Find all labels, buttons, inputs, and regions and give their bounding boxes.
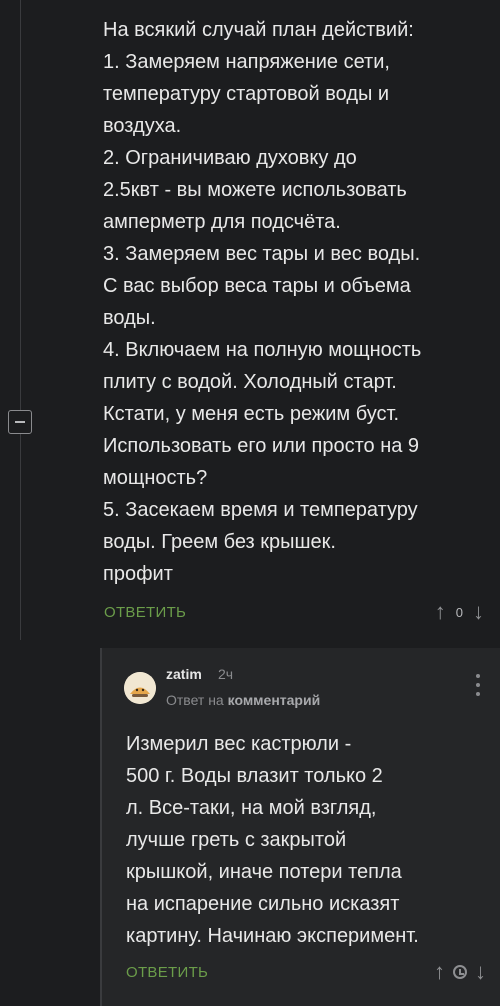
- comment-line: 2.5квт - вы можете использовать: [103, 179, 407, 201]
- reply-body: Измерил вес кастрюли - 500 г. Воды влази…: [126, 728, 486, 952]
- reply-button[interactable]: ОТВЕТИТЬ: [104, 604, 186, 621]
- comment-line: 1. Замеряем напряжение сети,: [103, 51, 390, 73]
- comment-line: воды. Греем без крышек.: [103, 531, 336, 553]
- reply-line: крышкой, иначе потери тепла: [126, 861, 402, 883]
- reply-to-link[interactable]: комментарий: [228, 692, 321, 708]
- comment-line: Использовать его или просто на 9: [103, 435, 420, 457]
- reply-line: Измерил вес кастрюли -: [126, 733, 352, 755]
- comment-line: воздуха.: [103, 115, 182, 137]
- reply-line: 500 г. Воды влазит только 2: [126, 765, 383, 787]
- comment-line: мощность?: [103, 467, 208, 489]
- clock-icon[interactable]: [453, 965, 467, 979]
- timestamp: 2ч: [218, 666, 234, 682]
- comment-line: Кстати, у меня есть режим буст.: [103, 403, 400, 425]
- comment-footer: ОТВЕТИТЬ ↑ 0 ↓: [104, 598, 484, 626]
- comment-line: На всякий случай план действий:: [103, 19, 414, 41]
- thread-line: [20, 0, 21, 640]
- username[interactable]: zatim: [166, 666, 202, 682]
- reply-to-label: Ответ на комментарий: [166, 692, 320, 708]
- reply-to-prefix: Ответ на: [166, 692, 224, 708]
- comment-line: температуру стартовой воды и: [103, 83, 390, 105]
- comment-line: плиту с водой. Холодный старт.: [103, 371, 397, 393]
- arrow-down-icon[interactable]: ↓: [475, 961, 486, 983]
- comment-line: 5. Засекаем время и температуру: [103, 499, 418, 521]
- arrow-up-icon[interactable]: ↑: [434, 961, 445, 983]
- comment-line: 3. Замеряем вес тары и вес воды.: [103, 243, 421, 265]
- reply-button[interactable]: ОТВЕТИТЬ: [126, 964, 208, 981]
- vote-controls: ↑ 0 ↓: [435, 601, 484, 623]
- comment-score: 0: [455, 604, 463, 620]
- arrow-up-icon[interactable]: ↑: [435, 601, 446, 623]
- comment-line: С вас выбор веса тары и объема: [103, 275, 411, 297]
- comment-line: 4. Включаем на полную мощность: [103, 339, 422, 361]
- avatar-icon[interactable]: [124, 672, 156, 704]
- reply-line: л. Все-таки, на мой взгляд,: [126, 797, 377, 819]
- comment-line: воды.: [103, 307, 156, 329]
- reply-comment: zatim 2ч Ответ на комментарий Измерил ве…: [100, 648, 500, 1006]
- reply-line: картину. Начинаю эксперимент.: [126, 925, 419, 947]
- reply-line: на испарение сильно исказят: [126, 893, 400, 915]
- comment-line: 2. Ограничиваю духовку до: [103, 147, 357, 169]
- reply-footer: ОТВЕТИТЬ ↑ ↓: [126, 958, 486, 986]
- comment-body: На всякий случай план действий: 1. Замер…: [103, 14, 488, 590]
- arrow-down-icon[interactable]: ↓: [473, 601, 484, 623]
- comment-line: профит: [103, 563, 173, 585]
- comment-line: амперметр для подсчёта.: [103, 211, 341, 233]
- minus-icon: [15, 421, 25, 423]
- reply-vote-controls: ↑ ↓: [434, 961, 486, 983]
- reply-line: лучше греть с закрытой: [126, 829, 347, 851]
- collapse-thread-button[interactable]: [8, 410, 32, 434]
- more-vertical-icon[interactable]: [476, 674, 480, 696]
